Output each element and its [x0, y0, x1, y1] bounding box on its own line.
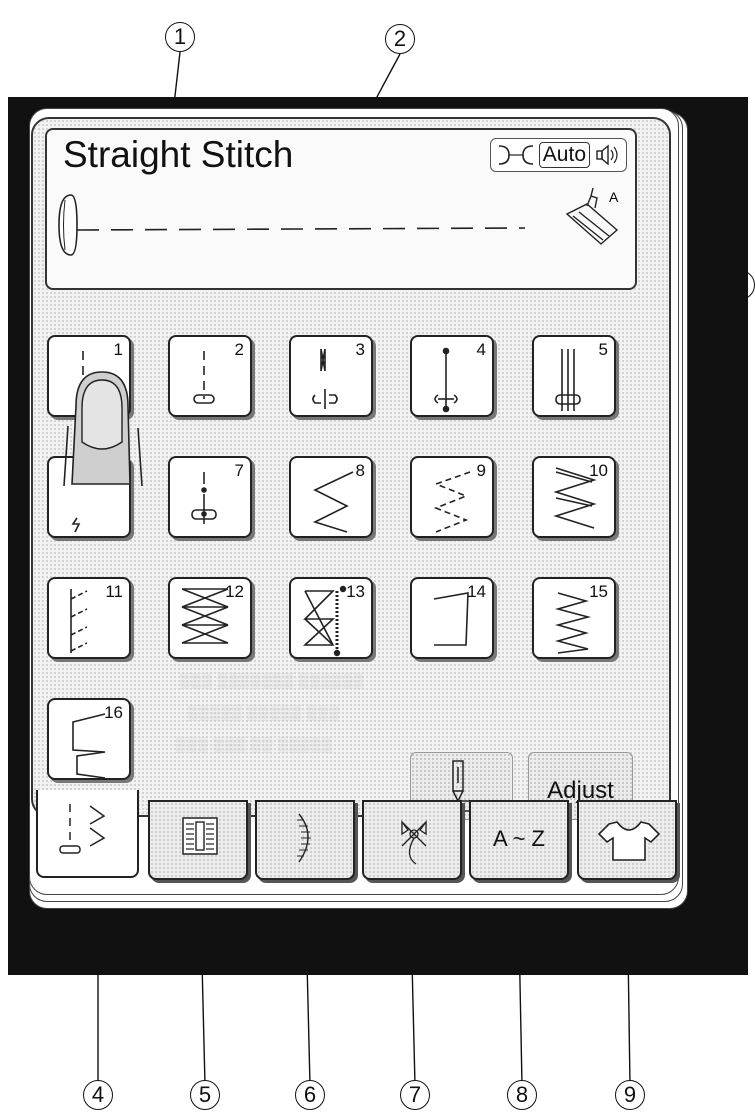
tab-alphabet[interactable]: A ~ Z [469, 800, 569, 880]
stitch-button-7[interactable]: 7 [168, 456, 252, 538]
buttonhole-icon [182, 817, 218, 855]
svg-text:A: A [609, 189, 619, 205]
stitch-button-11[interactable]: 11 [47, 577, 131, 659]
callout-5: 5 [190, 1080, 220, 1110]
stitch-number: 8 [355, 461, 365, 480]
auto-badge: Auto [538, 142, 590, 168]
status-icons: Auto [489, 138, 627, 172]
alphabet-tab-label: A ~ Z [493, 826, 545, 851]
thread-tension-icon [498, 145, 533, 165]
stitch-number: 11 [105, 582, 123, 601]
stitch-number: 4 [476, 340, 486, 359]
faint-background-text: ▒▒▒ ▒▒▒ ▒▒ ▒▒▒▒▒ [176, 736, 333, 752]
stitch-number: 12 [225, 582, 244, 601]
faint-background-text: ▒▒▒▒▒ ▒▒▒▒▒ ▒▒▒ [188, 704, 340, 720]
stitch-button-2[interactable]: 2 [168, 335, 252, 417]
stitch-number: 14 [467, 582, 486, 601]
tab-decorative-stitches[interactable] [362, 800, 462, 880]
callout-8: 8 [507, 1080, 537, 1110]
stitch-name-title: Straight Stitch [63, 134, 294, 175]
tab-satin-stitches[interactable] [255, 800, 355, 880]
satin-stitches-icon [297, 813, 311, 863]
stitch-button-10[interactable]: 10 [532, 456, 616, 538]
tab-garment[interactable] [577, 800, 677, 880]
callout-9: 9 [615, 1080, 645, 1110]
presser-foot-a-icon: A [565, 187, 619, 245]
finger-pointer-icon [63, 371, 143, 487]
stitch-button-13[interactable]: 13 [289, 577, 373, 659]
stitch-number: 7 [234, 461, 244, 480]
stitch-info-panel: Straight Stitch Auto A [45, 128, 637, 290]
callout-4: 4 [83, 1080, 113, 1110]
callout-2: 2 [385, 24, 415, 54]
stitch-number: 16 [104, 703, 123, 722]
stitch-button-16[interactable]: 16 [47, 698, 131, 780]
utility-stitches-icon [59, 804, 106, 854]
stitch-number: 9 [476, 461, 486, 480]
callout-1: 1 [165, 22, 195, 52]
stitch-button-4[interactable]: 4 [410, 335, 494, 417]
stitch-number: 3 [355, 340, 365, 359]
stitch-preview [58, 194, 526, 256]
callout-7: 7 [400, 1080, 430, 1110]
stitch-number: 13 [346, 582, 365, 601]
stitch-number: 10 [589, 461, 608, 480]
stitch-button-3[interactable]: 3 [289, 335, 373, 417]
stitch-button-14[interactable]: 14 [410, 577, 494, 659]
stitch-button-8[interactable]: 8 [289, 456, 373, 538]
speaker-icon [596, 144, 618, 166]
stitch-number: 5 [598, 340, 608, 359]
faint-background-text: ▒▒▒ ▒▒▒▒▒▒▒ ▒▒▒▒▒▒ [180, 672, 365, 688]
stitch-button-9[interactable]: 9 [410, 456, 494, 538]
tab-utility-stitches[interactable] [36, 790, 139, 878]
stitch-number: 15 [589, 582, 608, 601]
stitch-button-5[interactable]: 5 [532, 335, 616, 417]
garment-icon [597, 821, 661, 861]
decorative-stitches-icon [401, 820, 427, 865]
stitch-button-12[interactable]: 12 [168, 577, 252, 659]
stitch-number: 2 [234, 340, 244, 359]
stitch-button-15[interactable]: 15 [532, 577, 616, 659]
stitch-number: 1 [113, 340, 123, 359]
callout-6: 6 [295, 1080, 325, 1110]
tab-buttonhole[interactable] [148, 800, 248, 880]
